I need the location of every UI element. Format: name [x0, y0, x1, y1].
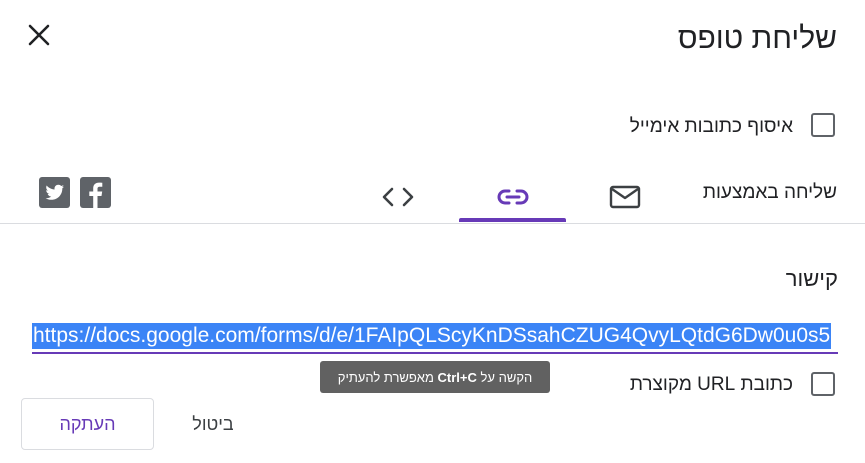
- cancel-button[interactable]: ביטול: [172, 398, 254, 450]
- share-facebook-button[interactable]: [80, 177, 111, 208]
- shorten-url-checkbox[interactable]: [811, 372, 835, 396]
- share-twitter-button[interactable]: [39, 177, 70, 208]
- tooltip-shortcut: Ctrl+C: [437, 369, 477, 385]
- facebook-icon: [89, 182, 103, 208]
- link-url-text: https://docs.google.com/forms/d/e/1FAIpQ…: [32, 323, 832, 349]
- tab-email[interactable]: [585, 170, 665, 224]
- tab-link[interactable]: [459, 170, 566, 224]
- tooltip-suffix: מאפשרת להעתיק: [337, 369, 434, 385]
- link-icon: [497, 189, 528, 205]
- close-button[interactable]: [24, 20, 54, 50]
- tabs-divider: [0, 223, 865, 224]
- collect-emails-checkbox[interactable]: [811, 113, 835, 137]
- link-section-label: קישור: [785, 266, 838, 291]
- shorten-url-label: כתובת URL מקוצרת: [629, 374, 793, 395]
- copy-button[interactable]: העתקה: [21, 398, 154, 450]
- embed-code-icon: [382, 187, 414, 207]
- tab-embed[interactable]: [365, 170, 431, 224]
- tooltip-prefix: הקשה על: [480, 369, 533, 385]
- collect-emails-label: איסוף כתובות אימייל: [629, 116, 793, 137]
- link-url-underline: [32, 352, 838, 354]
- dialog-title: שליחת טופס: [677, 22, 837, 55]
- twitter-icon: [45, 184, 65, 200]
- tab-link-indicator: [459, 218, 566, 222]
- send-via-label: שליחה באמצעות: [702, 182, 837, 203]
- link-url-field[interactable]: https://docs.google.com/forms/d/e/1FAIpQ…: [32, 318, 838, 356]
- copy-shortcut-tooltip: הקשה על Ctrl+C מאפשרת להעתיק: [320, 361, 550, 393]
- envelope-icon: [609, 185, 641, 209]
- close-icon: [28, 24, 50, 46]
